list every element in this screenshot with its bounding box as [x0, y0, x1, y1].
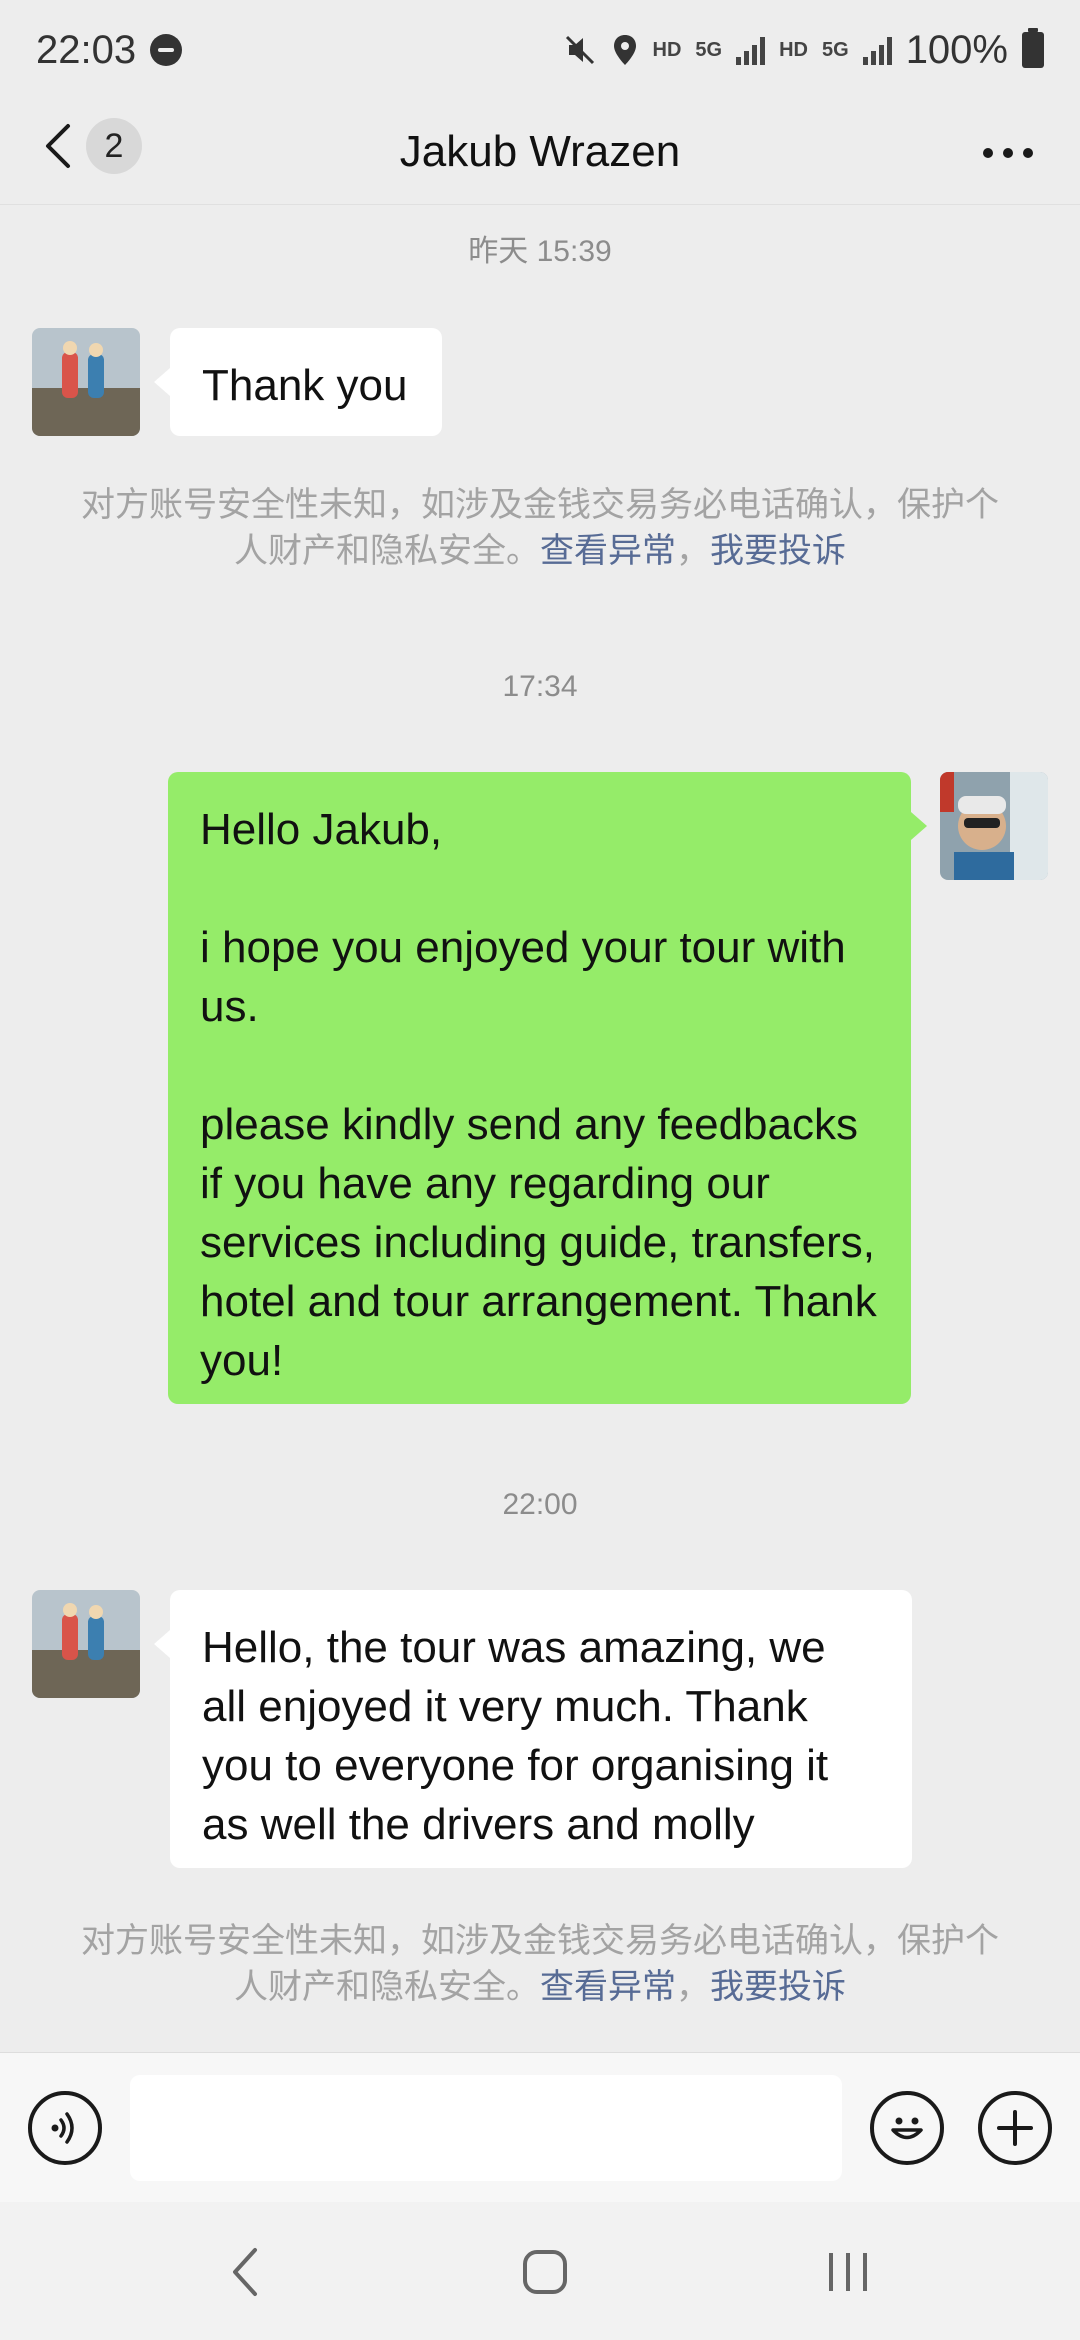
back-chevron-icon[interactable] [40, 116, 76, 176]
back-button[interactable]: 2 [40, 116, 142, 176]
timestamp: 17:34 [502, 670, 578, 703]
outgoing-message[interactable]: Hello Jakub, i hope you enjoyed your tou… [168, 772, 927, 1404]
message-input[interactable] [130, 2075, 842, 2181]
nav-back-icon[interactable] [225, 2244, 265, 2300]
location-icon [613, 35, 636, 65]
timestamp: 22:00 [502, 1488, 578, 1521]
chat-title: Jakub Wrazen [399, 127, 681, 176]
status-left: 22:03 [36, 27, 183, 73]
do-not-disturb-icon [150, 34, 183, 66]
self-avatar[interactable] [940, 772, 1048, 880]
hd-label-1: HD [652, 38, 682, 61]
battery-percent: 100% [905, 27, 1008, 72]
more-dots-icon[interactable] [980, 128, 1036, 178]
nav-recents-button[interactable] [808, 2242, 888, 2302]
view-exception-link[interactable]: 查看异常 [540, 532, 676, 570]
nav-back-button[interactable] [205, 2242, 285, 2302]
voice-button[interactable] [28, 2091, 102, 2165]
incoming-message[interactable]: Hello, the tour was amazing, we all enjo… [154, 1590, 912, 1868]
signal-icon-1 [736, 35, 766, 65]
report-link[interactable]: 我要投诉 [710, 532, 846, 570]
timestamp: 昨天 15:39 [468, 235, 612, 268]
contact-avatar-image [32, 1590, 140, 1698]
voice-icon[interactable] [43, 2106, 87, 2150]
unread-count-badge: 2 [86, 118, 142, 174]
security-notice: 对方账号安全性未知，如涉及金钱交易务必电话确认，保护个人财产和隐私安全。查看异常… [80, 1918, 1000, 2010]
chat-header: 2 Jakub Wrazen [0, 100, 1080, 205]
battery-icon [1022, 28, 1044, 68]
contact-avatar-image [32, 328, 140, 436]
status-right: HD 5G HD 5G 100% [563, 28, 1044, 73]
plus-icon[interactable] [993, 2106, 1037, 2150]
plus-button[interactable] [978, 2091, 1052, 2165]
emoji-icon[interactable] [882, 2103, 932, 2153]
contact-avatar[interactable] [32, 328, 140, 436]
signal-icon-2 [862, 35, 892, 65]
network-label-1: 5G [695, 38, 723, 61]
status-bar: 22:03 HD 5G HD 5G 100% [0, 0, 1080, 100]
notice-separator: ， [676, 532, 710, 570]
self-avatar-image [940, 772, 1048, 880]
hd-label-2: HD [779, 38, 808, 61]
nav-recents-icon[interactable] [823, 2247, 873, 2297]
report-link[interactable]: 我要投诉 [710, 1968, 846, 2006]
security-notice: 对方账号安全性未知，如涉及金钱交易务必电话确认，保护个人财产和隐私安全。查看异常… [80, 482, 1000, 574]
chat-area[interactable]: 昨天 15:39 Thank you 对方账号安全性未知，如涉及金钱交易务必电话… [0, 206, 1080, 2050]
contact-avatar[interactable] [32, 1590, 140, 1698]
system-nav-bar [0, 2202, 1080, 2340]
nav-home-button[interactable] [505, 2242, 585, 2302]
notice-separator: ， [676, 1968, 710, 2006]
mute-icon [565, 35, 594, 65]
nav-home-icon[interactable] [520, 2247, 570, 2297]
incoming-message[interactable]: Thank you [154, 328, 442, 436]
input-bar [0, 2052, 1080, 2202]
network-label-2: 5G [822, 38, 849, 61]
view-exception-link[interactable]: 查看异常 [540, 1968, 676, 2006]
emoji-button[interactable] [870, 2091, 944, 2165]
status-time: 22:03 [36, 27, 137, 72]
